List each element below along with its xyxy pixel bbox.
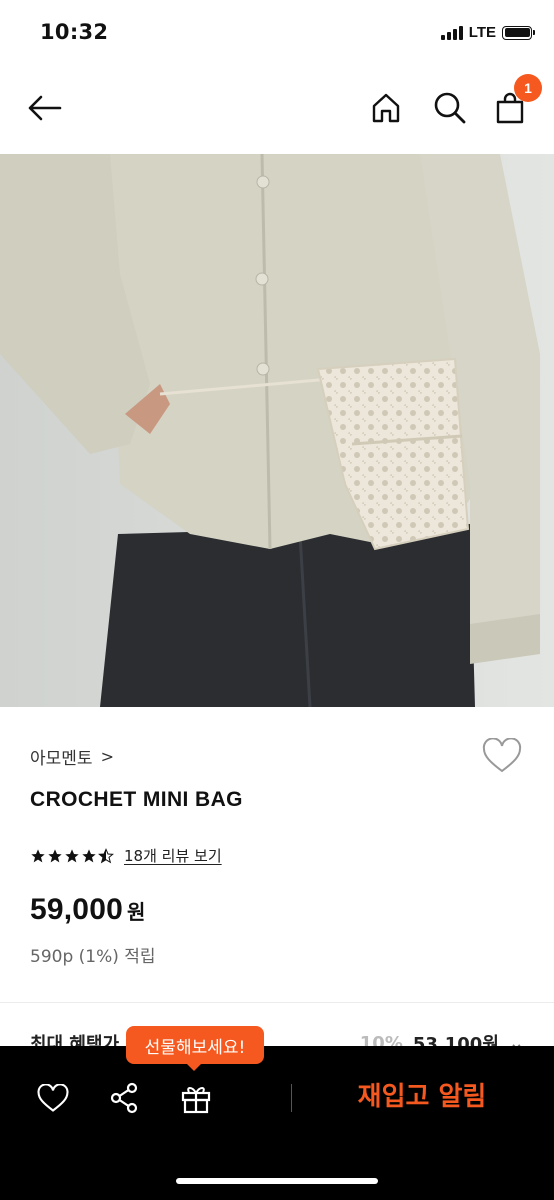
rating-row: 18개 리뷰 보기: [30, 845, 222, 866]
star-half-icon: [98, 847, 114, 863]
review-link[interactable]: 18개 리뷰 보기: [124, 845, 222, 866]
search-button[interactable]: [428, 86, 472, 130]
price-amount: 59,000: [30, 893, 123, 926]
bottom-action-bar: [0, 1046, 554, 1200]
share-button[interactable]: [102, 1076, 146, 1120]
heart-icon: [37, 1083, 69, 1112]
tooltip-tail: [186, 1063, 202, 1071]
star-icon: [31, 848, 45, 862]
home-indicator: [176, 1178, 378, 1184]
star-icon: [48, 848, 62, 862]
product-title: CROCHET MINI BAG: [30, 788, 243, 811]
status-time: 10:32: [40, 20, 109, 44]
brand-chevron-icon: >: [100, 747, 114, 766]
back-arrow-icon: [28, 95, 62, 121]
price-row: 59,000 원: [30, 893, 145, 927]
battery-icon: [502, 25, 535, 40]
price-currency: 원: [126, 900, 146, 924]
product-image[interactable]: [0, 154, 554, 707]
heart-icon: [482, 737, 522, 773]
network-label: LTE: [468, 24, 496, 41]
divider: [0, 1002, 554, 1003]
back-button[interactable]: [22, 86, 66, 130]
gift-icon: [181, 1087, 211, 1114]
brand-link[interactable]: 아모멘토 >: [30, 744, 114, 769]
signal-icon: [440, 25, 463, 40]
status-indicators: LTE: [440, 24, 535, 41]
points-text: 590p (1%) 적립: [30, 947, 156, 967]
like-button[interactable]: [31, 1076, 75, 1120]
restock-alert-button[interactable]: 재입고 알림: [300, 1076, 544, 1113]
search-icon: [434, 92, 466, 124]
bottom-bar-separator: [291, 1084, 292, 1112]
wishlist-button[interactable]: [482, 737, 522, 778]
star-icon: [65, 848, 79, 862]
product-photo: [0, 154, 554, 707]
rating-stars: [30, 847, 114, 864]
star-icon: [82, 848, 96, 862]
home-icon: [372, 93, 400, 123]
share-icon: [110, 1082, 138, 1114]
gift-tooltip: 선물해보세요!: [126, 1026, 264, 1064]
home-button[interactable]: [364, 86, 408, 130]
cart-button[interactable]: 1: [488, 74, 542, 130]
brand-name: 아모멘토: [30, 749, 93, 769]
cart-count-badge: 1: [514, 74, 542, 102]
gift-button[interactable]: [174, 1076, 218, 1120]
